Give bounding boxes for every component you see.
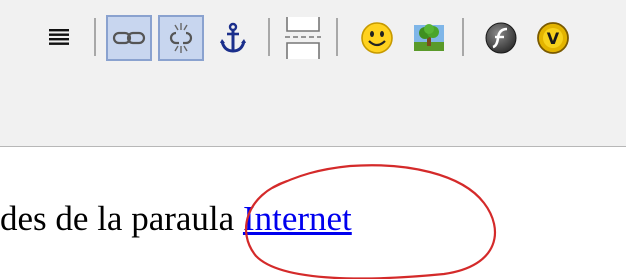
justify-full-button[interactable]	[36, 15, 82, 61]
toolbar-separator	[94, 18, 96, 56]
editor-content-area[interactable]: des de la paraula Internet	[0, 147, 626, 279]
video-icon-letter: V	[547, 29, 560, 48]
insert-image-button[interactable]	[406, 15, 452, 61]
insert-flash-button[interactable]	[478, 15, 524, 61]
insert-link-button[interactable]	[106, 15, 152, 61]
anchor-icon	[219, 22, 247, 54]
editor-toolbar: V	[0, 0, 626, 146]
toolbar-separator	[268, 18, 270, 56]
anchor-button[interactable]	[210, 15, 256, 61]
flash-icon	[484, 21, 518, 55]
video-icon: V	[536, 21, 570, 55]
page-break-button[interactable]	[280, 15, 326, 61]
remove-link-button[interactable]	[158, 15, 204, 61]
justify-icon	[47, 27, 71, 49]
toolbar-separator	[462, 18, 464, 56]
smiley-button[interactable]	[354, 15, 400, 61]
link-icon	[112, 28, 146, 48]
toolbar-separator	[336, 18, 338, 56]
image-icon	[413, 24, 445, 52]
insert-video-button[interactable]: V	[530, 15, 576, 61]
editor-paragraph: des de la paraula Internet	[0, 193, 352, 245]
internet-link[interactable]: Internet	[243, 199, 352, 238]
smiley-icon	[360, 21, 394, 55]
unlink-icon	[164, 22, 198, 54]
page-break-icon	[283, 16, 323, 60]
paragraph-text: des de la paraula	[0, 199, 243, 238]
